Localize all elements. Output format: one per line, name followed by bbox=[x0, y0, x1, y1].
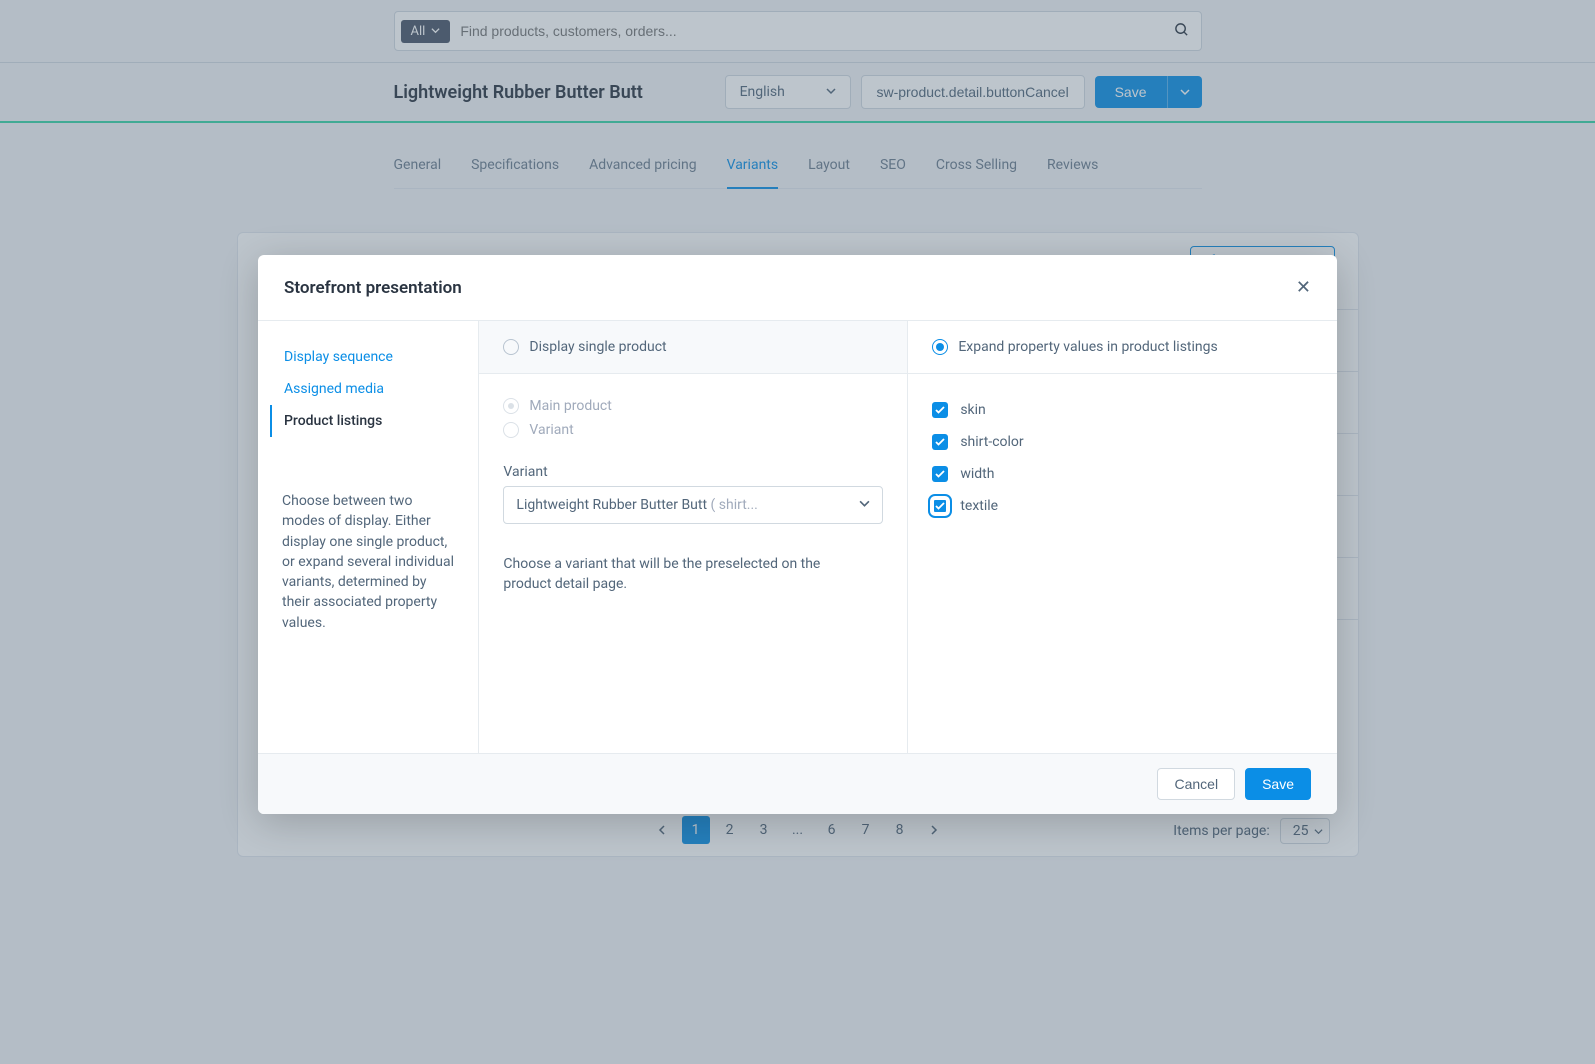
radio-label: Main product bbox=[529, 398, 611, 414]
sidebar-description: Choose between two modes of display. Eit… bbox=[282, 491, 454, 633]
property-check-shirt-color[interactable]: shirt-color bbox=[932, 426, 1313, 458]
modal-overlay: Storefront presentation ✕ Display sequen… bbox=[0, 0, 1595, 1064]
radio-icon bbox=[503, 339, 519, 355]
expand-properties-label: Expand property values in product listin… bbox=[958, 339, 1217, 355]
close-icon: ✕ bbox=[1296, 277, 1311, 297]
modal-footer: Cancel Save bbox=[258, 753, 1337, 814]
checkbox-label: skin bbox=[960, 402, 985, 418]
modal-cancel-button[interactable]: Cancel bbox=[1157, 768, 1235, 800]
single-product-radio-row[interactable]: Display single product bbox=[479, 321, 907, 374]
variant-select-value: Lightweight Rubber Butter Butt ( shirt..… bbox=[516, 497, 757, 513]
variant-radio[interactable]: Variant bbox=[503, 418, 883, 442]
modal-body: Display sequenceAssigned mediaProduct li… bbox=[258, 321, 1337, 753]
checkbox-label: width bbox=[960, 466, 994, 482]
checkbox-checked-icon bbox=[932, 402, 948, 418]
radio-icon bbox=[503, 422, 519, 438]
checkbox-label: shirt-color bbox=[960, 434, 1023, 450]
property-check-width[interactable]: width bbox=[932, 458, 1313, 490]
radio-selected-icon bbox=[932, 339, 948, 355]
sidebar-item-product-listings[interactable]: Product listings bbox=[270, 405, 454, 437]
sidebar-item-display-sequence[interactable]: Display sequence bbox=[270, 341, 454, 373]
property-check-skin[interactable]: skin bbox=[932, 394, 1313, 426]
single-product-sub-radios: Main product Variant bbox=[503, 394, 883, 442]
sidebar-item-assigned-media[interactable]: Assigned media bbox=[270, 373, 454, 405]
checkbox-label: textile bbox=[960, 498, 998, 514]
radio-icon bbox=[503, 398, 519, 414]
main-product-radio[interactable]: Main product bbox=[503, 394, 883, 418]
chevron-down-icon bbox=[859, 497, 870, 513]
checkbox-checked-icon bbox=[932, 434, 948, 450]
checkbox-checked-icon bbox=[932, 498, 948, 514]
variant-select[interactable]: Lightweight Rubber Butter Butt ( shirt..… bbox=[503, 486, 883, 524]
expand-properties-column: Expand property values in product listin… bbox=[908, 321, 1337, 753]
radio-label: Variant bbox=[529, 422, 573, 438]
property-check-textile[interactable]: textile bbox=[932, 490, 1313, 522]
modal-save-button[interactable]: Save bbox=[1245, 768, 1311, 800]
modal-header: Storefront presentation ✕ bbox=[258, 255, 1337, 321]
variant-section-label: Variant bbox=[503, 464, 883, 480]
single-product-label: Display single product bbox=[529, 339, 666, 355]
variant-help-text: Choose a variant that will be the presel… bbox=[503, 554, 843, 595]
checkbox-checked-icon bbox=[932, 466, 948, 482]
property-checklist: skin shirt-color width textile bbox=[932, 394, 1313, 522]
close-button[interactable]: ✕ bbox=[1296, 277, 1311, 298]
storefront-presentation-modal: Storefront presentation ✕ Display sequen… bbox=[258, 255, 1337, 814]
expand-properties-radio-row[interactable]: Expand property values in product listin… bbox=[908, 321, 1337, 374]
display-single-column: Display single product Main product Vari… bbox=[479, 321, 908, 753]
modal-sidebar: Display sequenceAssigned mediaProduct li… bbox=[258, 321, 479, 753]
modal-title: Storefront presentation bbox=[284, 278, 462, 298]
